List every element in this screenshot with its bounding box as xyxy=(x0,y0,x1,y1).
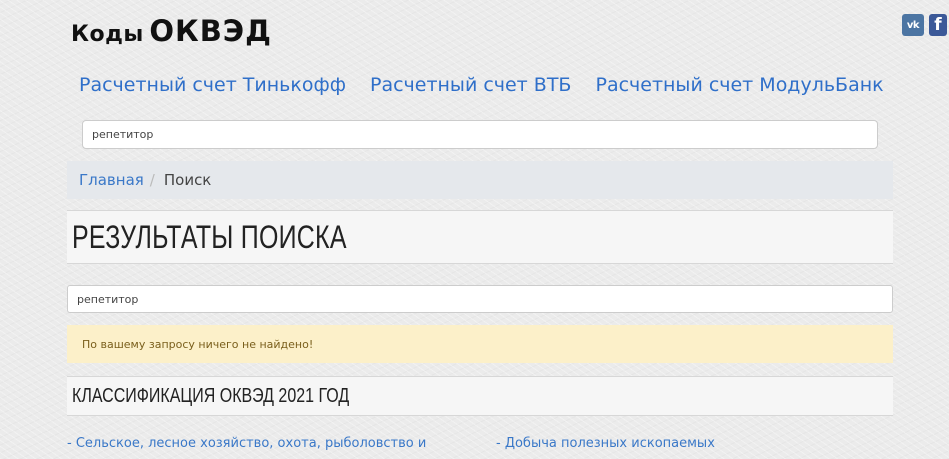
vk-icon[interactable]: vk xyxy=(902,14,924,36)
class-link-mining[interactable]: - Добыча полезных ископаемых xyxy=(496,436,715,451)
breadcrumb-home[interactable]: Главная xyxy=(79,171,144,189)
bank-link-tinkoff[interactable]: Расчетный счет Тинькофф xyxy=(79,74,346,96)
page-title: РЕЗУЛЬТАТЫ ПОИСКА xyxy=(72,218,347,255)
class-link-agriculture[interactable]: - Сельское, лесное хозяйство, охота, рыб… xyxy=(67,436,426,451)
breadcrumb-separator: / xyxy=(149,171,155,189)
breadcrumb-current: Поиск xyxy=(163,171,212,189)
social-links: vk f xyxy=(902,14,947,36)
section-title: КЛАССИФИКАЦИЯ ОКВЭД 2021 ГОД xyxy=(72,384,350,407)
bank-link-modulbank[interactable]: Расчетный счет МодульБанк xyxy=(595,74,883,96)
page-title-box: РЕЗУЛЬТАТЫ ПОИСКА xyxy=(67,210,893,264)
logo-big-text: ОКВЭД xyxy=(149,14,272,48)
bank-link-vtb[interactable]: Расчетный счет ВТБ xyxy=(370,74,572,96)
logo-small-text: Коды xyxy=(71,22,144,47)
header-search-input[interactable] xyxy=(82,120,878,149)
search-input[interactable] xyxy=(67,285,893,313)
no-results-alert: По вашему запросу ничего не найдено! xyxy=(67,325,893,363)
section-title-box: КЛАССИФИКАЦИЯ ОКВЭД 2021 ГОД xyxy=(67,376,893,416)
bank-links: Расчетный счет Тинькофф Расчетный счет В… xyxy=(79,74,884,96)
site-logo[interactable]: Коды ОКВЭД xyxy=(71,14,272,48)
breadcrumb: Главная / Поиск xyxy=(67,161,893,199)
facebook-icon[interactable]: f xyxy=(929,14,947,36)
